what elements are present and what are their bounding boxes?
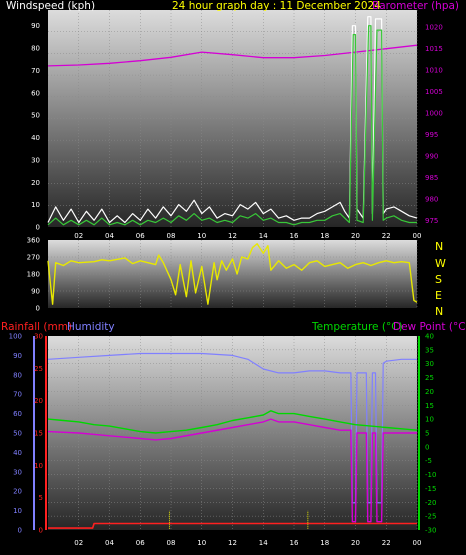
dir-y-tick: 270	[27, 254, 40, 262]
temp-y-tick: 20	[425, 388, 434, 396]
temp-y-tick: -5	[425, 457, 432, 465]
temp-x-tick: 10	[197, 539, 206, 547]
humidity-y-tick: 10	[13, 507, 22, 515]
temp-x-tick: 00	[413, 539, 422, 547]
rain-y-tick: 0	[39, 527, 43, 535]
wind-y-tick: 40	[31, 134, 40, 142]
humidity-axis-title: Humidity	[67, 321, 115, 333]
rain-y-tick: 15	[34, 430, 43, 438]
barometer-y-tick: 1010	[425, 67, 443, 75]
wind-x-tick: 06	[136, 232, 145, 240]
dewpoint-axis-title: Dew Point (°C)	[393, 321, 466, 333]
rain-y-tick: 10	[34, 462, 43, 470]
compass-n-bottom: N	[435, 305, 443, 318]
dir-y-tick: 90	[31, 288, 40, 296]
temp-y-tick: 5	[425, 430, 429, 438]
temp-y-tick: -15	[425, 485, 436, 493]
temp-y-tick: 30	[425, 360, 434, 368]
temp-y-tick: -20	[425, 499, 436, 507]
temp-y-tick: 40	[425, 333, 434, 341]
barometer-y-tick: 995	[425, 131, 438, 139]
humidity-y-tick: 70	[13, 391, 22, 399]
wind-x-tick: 12	[228, 232, 237, 240]
compass-e: E	[435, 289, 442, 302]
rain-y-tick: 5	[39, 494, 43, 502]
humidity-y-tick: 50	[13, 430, 22, 438]
wind-y-tick: 60	[31, 89, 40, 97]
temp-x-tick: 22	[382, 539, 391, 547]
humidity-y-tick: 60	[13, 410, 22, 418]
wind-y-tick: 10	[31, 201, 40, 209]
temp-y-tick: 35	[425, 346, 434, 354]
barometer-y-tick: 975	[425, 217, 438, 225]
barometer-y-tick: 1000	[425, 110, 443, 118]
compass-w: W	[435, 257, 446, 270]
temp-x-tick: 18	[320, 539, 329, 547]
wind-x-tick: 22	[382, 232, 391, 240]
wind-y-tick: 50	[31, 112, 40, 120]
temp-y-tick: -30	[425, 527, 436, 535]
humidity-y-tick: 30	[13, 468, 22, 476]
temp-x-tick: 16	[290, 539, 299, 547]
humidity-y-tick: 90	[13, 352, 22, 360]
dir-y-tick: 0	[36, 305, 40, 313]
wind-y-tick: 0	[36, 224, 40, 232]
temp-x-tick: 02	[74, 539, 83, 547]
weather-chart: 0102030405060708090975980985990995100010…	[1, 0, 466, 547]
barometer-y-tick: 1015	[425, 45, 443, 53]
rain-y-tick: 20	[34, 397, 43, 405]
rain-y-tick: 30	[34, 333, 43, 341]
wind-x-tick: 14	[259, 232, 268, 240]
wind-y-tick: 20	[31, 179, 40, 187]
barometer-y-tick: 990	[425, 153, 438, 161]
temp-x-tick: 12	[228, 539, 237, 547]
wind-x-tick: 04	[105, 232, 114, 240]
wind-y-tick: 90	[31, 22, 40, 30]
humidity-y-tick: 80	[13, 371, 22, 379]
wind-x-tick: 18	[320, 232, 329, 240]
temp-y-tick: 25	[425, 374, 434, 382]
wind-x-tick: 00	[413, 232, 422, 240]
temperature-axis-title: Temperature (°C)	[311, 321, 403, 333]
temp-y-tick: -25	[425, 513, 436, 521]
barometer-y-tick: 985	[425, 174, 438, 182]
wind-x-tick: 02	[74, 232, 83, 240]
rain-y-tick: 25	[34, 365, 43, 373]
compass-s: S	[435, 273, 442, 286]
temp-y-tick: 0	[425, 443, 429, 451]
wind-y-tick: 80	[31, 45, 40, 53]
wind-x-tick: 16	[290, 232, 299, 240]
temp-y-tick: 15	[425, 402, 434, 410]
humidity-y-tick: 0	[18, 527, 22, 535]
wind-x-tick: 10	[197, 232, 206, 240]
wind-x-tick: 20	[351, 232, 360, 240]
humidity-y-tick: 100	[9, 333, 22, 341]
barometer-y-tick: 1005	[425, 88, 443, 96]
humidity-y-tick: 40	[13, 449, 22, 457]
rain-axis-title: Rainfall (mm)	[1, 321, 72, 333]
compass-n-top: N	[435, 240, 443, 253]
dir-y-tick: 180	[27, 271, 40, 279]
temp-x-tick: 20	[351, 539, 360, 547]
barometer-y-tick: 1020	[425, 24, 443, 32]
temp-x-tick: 04	[105, 539, 114, 547]
barometer-y-tick: 980	[425, 196, 438, 204]
temp-x-tick: 08	[167, 539, 176, 547]
dir-y-tick: 360	[27, 237, 40, 245]
barometer-axis-title: Barometer (hpa)	[372, 0, 459, 12]
chart-title: 24 hour graph day : 11 December 2024	[172, 0, 381, 12]
humidity-y-tick: 20	[13, 488, 22, 496]
wind-y-tick: 30	[31, 156, 40, 164]
temp-x-tick: 06	[136, 539, 145, 547]
temp-x-tick: 14	[259, 539, 268, 547]
wind-axis-title: Windspeed (kph)	[6, 0, 95, 12]
temp-y-tick: -10	[425, 471, 436, 479]
temp-y-tick: 10	[425, 416, 434, 424]
wind-x-tick: 08	[167, 232, 176, 240]
wind-y-tick: 70	[31, 67, 40, 75]
